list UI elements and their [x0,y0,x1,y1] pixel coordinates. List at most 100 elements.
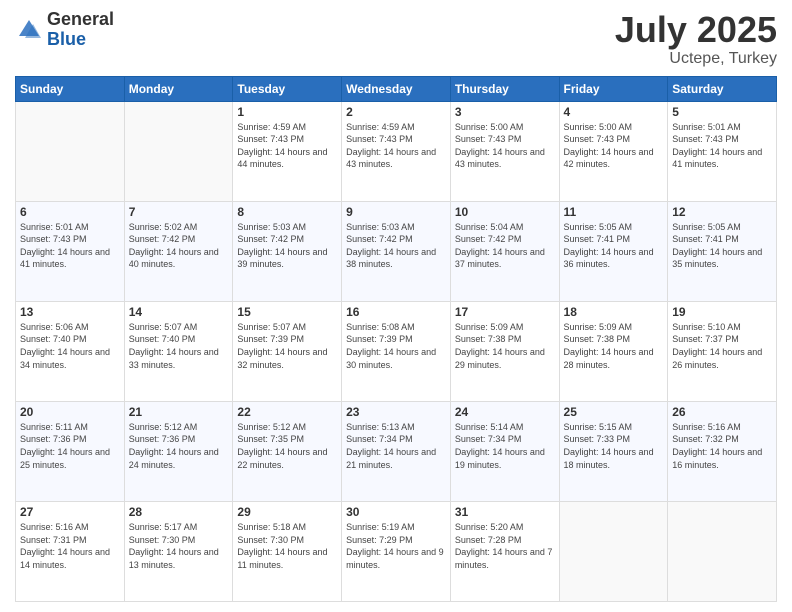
calendar-cell: 24 Sunrise: 5:14 AMSunset: 7:34 PMDayligh… [450,401,559,501]
title-location: Uctepe, Turkey [615,50,777,68]
day-info: Sunrise: 5:04 AMSunset: 7:42 PMDaylight:… [455,221,555,271]
calendar-cell: 14 Sunrise: 5:07 AMSunset: 7:40 PMDayligh… [124,301,233,401]
day-number: 9 [346,205,446,219]
day-number: 25 [564,405,664,419]
calendar-cell: 30 Sunrise: 5:19 AMSunset: 7:29 PMDayligh… [342,501,451,601]
calendar-cell [559,501,668,601]
logo-icon [15,16,43,44]
calendar-week-row: 1 Sunrise: 4:59 AMSunset: 7:43 PMDaylight… [16,101,777,201]
day-info: Sunrise: 5:01 AMSunset: 7:43 PMDaylight:… [20,221,120,271]
day-number: 18 [564,305,664,319]
day-info: Sunrise: 5:01 AMSunset: 7:43 PMDaylight:… [672,121,772,171]
title-month: July 2025 [615,10,777,50]
day-info: Sunrise: 5:14 AMSunset: 7:34 PMDaylight:… [455,421,555,471]
calendar-cell: 9 Sunrise: 5:03 AMSunset: 7:42 PMDaylight… [342,201,451,301]
day-number: 7 [129,205,229,219]
day-info: Sunrise: 5:07 AMSunset: 7:39 PMDaylight:… [237,321,337,371]
day-info: Sunrise: 4:59 AMSunset: 7:43 PMDaylight:… [237,121,337,171]
day-info: Sunrise: 5:16 AMSunset: 7:31 PMDaylight:… [20,521,120,571]
day-info: Sunrise: 5:17 AMSunset: 7:30 PMDaylight:… [129,521,229,571]
calendar-cell: 19 Sunrise: 5:10 AMSunset: 7:37 PMDayligh… [668,301,777,401]
day-number: 3 [455,105,555,119]
title-block: July 2025 Uctepe, Turkey [615,10,777,68]
day-number: 19 [672,305,772,319]
day-info: Sunrise: 5:00 AMSunset: 7:43 PMDaylight:… [564,121,664,171]
day-number: 23 [346,405,446,419]
day-info: Sunrise: 5:08 AMSunset: 7:39 PMDaylight:… [346,321,446,371]
calendar-cell: 10 Sunrise: 5:04 AMSunset: 7:42 PMDayligh… [450,201,559,301]
day-number: 14 [129,305,229,319]
calendar-cell: 1 Sunrise: 4:59 AMSunset: 7:43 PMDaylight… [233,101,342,201]
day-number: 4 [564,105,664,119]
day-info: Sunrise: 5:03 AMSunset: 7:42 PMDaylight:… [346,221,446,271]
calendar-cell: 8 Sunrise: 5:03 AMSunset: 7:42 PMDaylight… [233,201,342,301]
logo: General Blue [15,10,114,50]
day-info: Sunrise: 5:03 AMSunset: 7:42 PMDaylight:… [237,221,337,271]
calendar-cell: 17Sunrise: 5:09 AMSunset: 7:38 PMDayligh… [450,301,559,401]
day-number: 8 [237,205,337,219]
day-info: Sunrise: 5:20 AMSunset: 7:28 PMDaylight:… [455,521,555,571]
day-header-friday: Friday [559,76,668,101]
day-info: Sunrise: 5:11 AMSunset: 7:36 PMDaylight:… [20,421,120,471]
calendar-week-row: 6 Sunrise: 5:01 AMSunset: 7:43 PMDaylight… [16,201,777,301]
day-number: 5 [672,105,772,119]
day-number: 29 [237,505,337,519]
day-info: Sunrise: 5:06 AMSunset: 7:40 PMDaylight:… [20,321,120,371]
calendar-cell: 31 Sunrise: 5:20 AMSunset: 7:28 PMDayligh… [450,501,559,601]
day-number: 20 [20,405,120,419]
logo-general-label: General [47,10,114,30]
calendar-cell: 16Sunrise: 5:08 AMSunset: 7:39 PMDayligh… [342,301,451,401]
day-number: 22 [237,405,337,419]
day-number: 1 [237,105,337,119]
day-header-thursday: Thursday [450,76,559,101]
header: General Blue July 2025 Uctepe, Turkey [15,10,777,68]
calendar-cell: 7 Sunrise: 5:02 AMSunset: 7:42 PMDaylight… [124,201,233,301]
day-number: 31 [455,505,555,519]
calendar-cell: 29 Sunrise: 5:18 AMSunset: 7:30 PMDayligh… [233,501,342,601]
day-number: 28 [129,505,229,519]
day-number: 6 [20,205,120,219]
calendar-cell [124,101,233,201]
day-number: 13 [20,305,120,319]
day-info: Sunrise: 5:10 AMSunset: 7:37 PMDaylight:… [672,321,772,371]
day-number: 27 [20,505,120,519]
day-number: 21 [129,405,229,419]
calendar-week-row: 13 Sunrise: 5:06 AMSunset: 7:40 PMDayligh… [16,301,777,401]
calendar-cell: 13 Sunrise: 5:06 AMSunset: 7:40 PMDayligh… [16,301,125,401]
calendar-cell: 12 Sunrise: 5:05 AMSunset: 7:41 PMDayligh… [668,201,777,301]
calendar-cell: 4 Sunrise: 5:00 AMSunset: 7:43 PMDaylight… [559,101,668,201]
calendar-cell: 18 Sunrise: 5:09 AMSunset: 7:38 PMDayligh… [559,301,668,401]
day-info: Sunrise: 5:00 AMSunset: 7:43 PMDaylight:… [455,121,555,171]
calendar-cell: 25Sunrise: 5:15 AMSunset: 7:33 PMDayligh… [559,401,668,501]
calendar-cell: 11 Sunrise: 5:05 AMSunset: 7:41 PMDayligh… [559,201,668,301]
calendar-cell: 26Sunrise: 5:16 AMSunset: 7:32 PMDayligh… [668,401,777,501]
day-info: Sunrise: 5:12 AMSunset: 7:36 PMDaylight:… [129,421,229,471]
day-info: Sunrise: 5:05 AMSunset: 7:41 PMDaylight:… [672,221,772,271]
day-number: 30 [346,505,446,519]
logo-blue-label: Blue [47,30,114,50]
calendar-week-row: 27 Sunrise: 5:16 AMSunset: 7:31 PMDayligh… [16,501,777,601]
day-info: Sunrise: 5:19 AMSunset: 7:29 PMDaylight:… [346,521,446,571]
calendar-cell: 6 Sunrise: 5:01 AMSunset: 7:43 PMDaylight… [16,201,125,301]
day-number: 12 [672,205,772,219]
day-info: Sunrise: 5:05 AMSunset: 7:41 PMDaylight:… [564,221,664,271]
day-number: 17 [455,305,555,319]
calendar-cell: 5 Sunrise: 5:01 AMSunset: 7:43 PMDaylight… [668,101,777,201]
day-number: 11 [564,205,664,219]
calendar-cell: 23Sunrise: 5:13 AMSunset: 7:34 PMDayligh… [342,401,451,501]
day-number: 2 [346,105,446,119]
day-number: 10 [455,205,555,219]
calendar-cell: 22Sunrise: 5:12 AMSunset: 7:35 PMDayligh… [233,401,342,501]
day-info: Sunrise: 5:18 AMSunset: 7:30 PMDaylight:… [237,521,337,571]
day-number: 24 [455,405,555,419]
day-info: Sunrise: 5:02 AMSunset: 7:42 PMDaylight:… [129,221,229,271]
day-info: Sunrise: 5:09 AMSunset: 7:38 PMDaylight:… [564,321,664,371]
logo-text: General Blue [47,10,114,50]
day-header-saturday: Saturday [668,76,777,101]
day-header-tuesday: Tuesday [233,76,342,101]
calendar-cell: 21 Sunrise: 5:12 AMSunset: 7:36 PMDayligh… [124,401,233,501]
calendar-cell: 3 Sunrise: 5:00 AMSunset: 7:43 PMDaylight… [450,101,559,201]
day-header-monday: Monday [124,76,233,101]
calendar-cell: 15Sunrise: 5:07 AMSunset: 7:39 PMDayligh… [233,301,342,401]
day-info: Sunrise: 5:07 AMSunset: 7:40 PMDaylight:… [129,321,229,371]
